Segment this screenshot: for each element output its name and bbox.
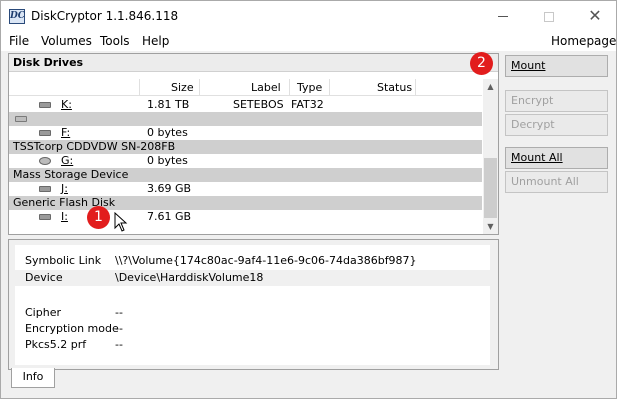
window-title: DiskCryptor 1.1.846.118 xyxy=(31,9,179,23)
menu-help[interactable]: Help xyxy=(142,34,169,48)
scroll-thumb[interactable] xyxy=(484,158,497,218)
close-button[interactable]: ✕ xyxy=(572,1,617,31)
info-value: \\?\Volume{174c80ac-9af4-11e6-9c06-74da3… xyxy=(115,254,417,267)
info-row-symbolic-link: Symbolic Link \\?\Volume{174c80ac-9af4-1… xyxy=(15,253,490,269)
info-row-device: Device \Device\HarddiskVolume18 xyxy=(15,270,490,286)
menu-bar: File Volumes Tools Help Homepage xyxy=(0,31,617,51)
info-key: Cipher xyxy=(25,306,61,319)
volume-size: 3.69 GB xyxy=(147,182,192,195)
mount-all-button[interactable]: Mount All xyxy=(505,147,608,169)
column-separator xyxy=(289,79,290,96)
info-panel: Symbolic Link \\?\Volume{174c80ac-9af4-1… xyxy=(8,239,499,370)
column-header-row: Size Label Type Status xyxy=(9,79,482,96)
volume-size: 0 bytes xyxy=(147,126,188,139)
column-separator xyxy=(199,79,200,96)
volume-name: F: xyxy=(61,126,71,139)
annotation-badge-2: 2 xyxy=(470,52,493,75)
mount-label: Mount xyxy=(511,59,546,72)
minimize-button[interactable] xyxy=(480,1,526,31)
unmount-all-button[interactable]: Unmount All xyxy=(505,171,608,193)
volume-type: FAT32 xyxy=(291,98,324,111)
volume-name: G: xyxy=(61,154,74,167)
info-key: Symbolic Link xyxy=(25,254,102,267)
column-separator xyxy=(139,79,140,96)
volume-name: I: xyxy=(61,210,68,223)
volume-size: 7.61 GB xyxy=(147,210,192,223)
decrypt-button[interactable]: Decrypt xyxy=(505,114,608,136)
diskcryptor-logo-icon: DC xyxy=(9,9,25,24)
column-status[interactable]: Status xyxy=(377,81,412,94)
volume-name: K: xyxy=(61,98,72,111)
info-value: -- xyxy=(115,338,123,351)
hard-drive-icon xyxy=(39,130,51,136)
info-key: Pkcs5.2 prf xyxy=(25,338,87,351)
cd-drive-icon xyxy=(39,157,51,165)
mount-button[interactable]: Mount xyxy=(505,55,608,77)
info-row-pkcs-prf: Pkcs5.2 prf -- xyxy=(15,337,490,353)
annotation-badge-1: 1 xyxy=(87,206,110,229)
info-row-cipher: Cipher -- xyxy=(15,305,490,321)
info-value: -- xyxy=(115,322,123,335)
drive-list-scrollbar[interactable]: ▲ ▼ xyxy=(483,79,498,234)
title-bar: DC DiskCryptor 1.1.846.118 ✕ xyxy=(0,0,617,31)
hard-drive-icon xyxy=(39,186,51,192)
panel-title: Disk Drives xyxy=(13,56,84,69)
encrypt-button[interactable]: Encrypt xyxy=(505,90,608,112)
device-row[interactable]: Generic Flash Disk xyxy=(9,196,482,210)
info-value: -- xyxy=(115,306,123,319)
volume-row-i[interactable]: I: 7.61 GB xyxy=(9,210,482,224)
column-type[interactable]: Type xyxy=(297,81,322,94)
volume-label: SETEBOS xyxy=(233,98,284,111)
scroll-down-icon[interactable]: ▼ xyxy=(483,219,498,234)
menu-tools[interactable]: Tools xyxy=(100,34,130,48)
info-value: \Device\HarddiskVolume18 xyxy=(115,271,264,284)
encrypt-label: Encrypt xyxy=(511,94,554,107)
mount-all-label: Mount All xyxy=(511,151,563,164)
volume-size: 0 bytes xyxy=(147,154,188,167)
device-name: TSSTcorp CDDVDW SN-208FB xyxy=(13,140,176,153)
info-key: Device xyxy=(25,271,63,284)
device-row[interactable]: TSSTcorp CDDVDW SN-208FB xyxy=(9,140,482,154)
info-key: Encryption mode xyxy=(25,322,119,335)
minimize-icon xyxy=(498,16,508,17)
volume-size: 1.81 TB xyxy=(147,98,190,111)
homepage-link[interactable]: Homepage xyxy=(551,34,616,48)
column-separator xyxy=(329,79,330,96)
unmount-all-label: Unmount All xyxy=(511,175,579,188)
column-size[interactable]: Size xyxy=(171,81,194,94)
maximize-button[interactable] xyxy=(526,1,572,31)
hard-drive-icon xyxy=(39,102,51,108)
maximize-icon xyxy=(544,11,554,22)
decrypt-label: Decrypt xyxy=(511,118,555,131)
device-row[interactable]: Mass Storage Device xyxy=(9,168,482,182)
menu-volumes[interactable]: Volumes xyxy=(41,34,92,48)
volume-row-g[interactable]: G: 0 bytes xyxy=(9,154,482,168)
info-row-encryption-mode: Encryption mode -- xyxy=(15,321,490,337)
volume-row-f[interactable]: F: 0 bytes xyxy=(9,126,482,140)
volume-row-k[interactable]: K: 1.81 TB SETEBOS FAT32 xyxy=(9,98,482,112)
tab-info[interactable]: Info xyxy=(11,368,55,388)
device-row[interactable] xyxy=(9,112,482,126)
device-name: Mass Storage Device xyxy=(13,168,129,181)
hard-drive-icon xyxy=(15,116,27,122)
scroll-up-icon[interactable]: ▲ xyxy=(483,79,498,94)
volume-name: J: xyxy=(61,182,68,195)
disk-drives-panel: Disk Drives Size Label Type Status K: 1.… xyxy=(8,53,499,235)
disk-drives-header: Disk Drives xyxy=(9,54,498,72)
hard-drive-icon xyxy=(39,214,51,220)
info-content: Symbolic Link \\?\Volume{174c80ac-9af4-1… xyxy=(15,245,490,365)
volume-row-j[interactable]: J: 3.69 GB xyxy=(9,182,482,196)
column-separator xyxy=(415,79,416,96)
menu-file[interactable]: File xyxy=(9,34,29,48)
close-icon: ✕ xyxy=(588,6,602,25)
client-area: Disk Drives Size Label Type Status K: 1.… xyxy=(0,51,617,399)
mouse-cursor-icon xyxy=(114,212,128,232)
column-label[interactable]: Label xyxy=(251,81,281,94)
